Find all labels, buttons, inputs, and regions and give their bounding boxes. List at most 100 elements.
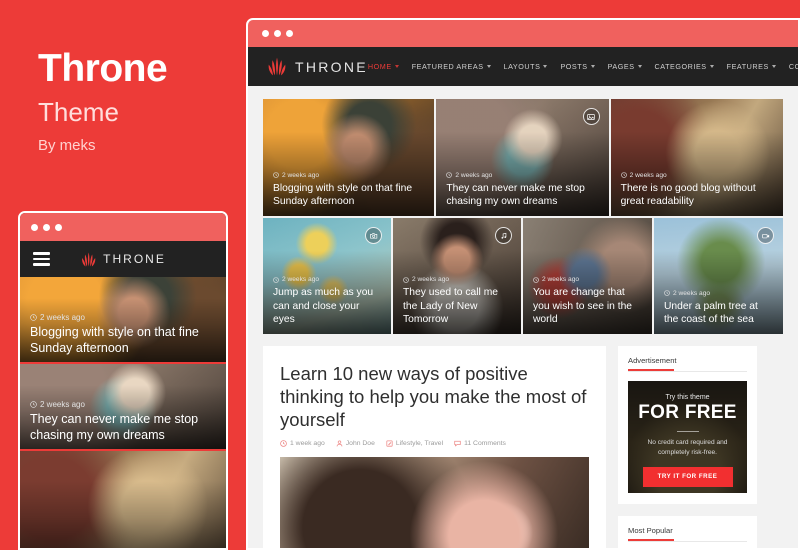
widget-title: Advertisement: [628, 356, 747, 371]
article-title[interactable]: Learn 10 new ways of positive thinking t…: [280, 363, 589, 432]
article-author[interactable]: John Doe: [336, 440, 375, 447]
try-it-for-free-button[interactable]: TRY IT FOR FREE: [642, 466, 733, 487]
nav-item-featured-areas[interactable]: FEATURED AREAS: [412, 62, 491, 71]
post-title: Jump as much as you can and close your e…: [273, 287, 374, 326]
post-date-text: 2 weeks ago: [673, 289, 711, 297]
gallery-icon: [582, 108, 600, 125]
site-logo[interactable]: THRONE: [266, 57, 368, 76]
pencil-icon: [386, 440, 393, 447]
featured-card-body: 2 weeks ago You are change that you wish…: [533, 276, 644, 327]
post-title: You are change that you wish to see in t…: [533, 287, 633, 326]
clock-icon: [273, 172, 279, 179]
nav-item-features[interactable]: FEATURES: [727, 62, 776, 71]
chevron-down-icon: [394, 65, 399, 68]
image-overlay: [20, 451, 226, 548]
site-header: THRONE HOME FEATURED AREAS LAYOUTS POSTS…: [248, 47, 798, 86]
flame-icon: [82, 252, 96, 266]
mobile-post-card[interactable]: [20, 451, 226, 548]
featured-card-body: 2 weeks ago Jump as much as you can and …: [273, 276, 383, 327]
article-comments[interactable]: 11 Comments: [454, 440, 506, 447]
article-comments-text: 11 Comments: [464, 439, 506, 447]
ad-content: Try this theme FOR FREE No credit card r…: [628, 381, 747, 487]
post-date-text: 2 weeks ago: [282, 171, 320, 179]
post-date: 2 weeks ago: [620, 172, 775, 179]
post-title: They used to call me the Lady of New Tom…: [403, 287, 499, 326]
screenshot-root: Throne Theme By meks THRONE 2 weeks ago …: [0, 0, 800, 550]
chevron-down-icon: [486, 65, 491, 68]
video-icon: [757, 227, 774, 244]
nav-item-contact[interactable]: CONTACT: [788, 62, 798, 71]
post-date-text: 2 weeks ago: [455, 171, 493, 179]
widget-advertisement: Advertisement Try this theme FOR FREE No…: [618, 346, 757, 504]
post-date: 2 weeks ago: [30, 313, 216, 322]
article-categories[interactable]: Lifestyle, Travel: [386, 440, 443, 447]
post-date: 2 weeks ago: [30, 400, 216, 409]
nav-item-pages[interactable]: PAGES: [608, 62, 642, 71]
clock-icon: [533, 276, 539, 283]
ad-kicker: Try this theme: [665, 394, 710, 401]
site-logo-text: THRONE: [295, 58, 368, 75]
sidebar: Advertisement Try this theme FOR FREE No…: [618, 346, 757, 548]
post-date: 2 weeks ago: [273, 276, 383, 283]
featured-card[interactable]: 2 weeks ago They used to call me the Lad…: [393, 218, 521, 334]
chevron-down-icon: [709, 65, 714, 68]
mobile-preview: THRONE 2 weeks ago Blogging with style o…: [18, 211, 228, 550]
nav-item-posts[interactable]: POSTS: [560, 62, 595, 71]
article-meta: 1 week ago John Doe Lifestyle, Travel 11…: [280, 440, 589, 447]
nav-item-layouts[interactable]: LAYOUTS: [504, 62, 548, 71]
comment-icon: [454, 440, 461, 447]
post-date: 2 weeks ago: [446, 172, 600, 179]
nav-item-categories[interactable]: CATEGORIES: [655, 62, 714, 71]
nav-label: POSTS: [560, 62, 588, 71]
music-note-icon: [495, 227, 512, 244]
article-categories-text: Lifestyle, Travel: [395, 439, 444, 447]
window-dot: [31, 223, 38, 231]
featured-card[interactable]: 2 weeks ago You are change that you wish…: [523, 218, 652, 334]
user-icon: [336, 440, 343, 447]
featured-grid-row-2: 2 weeks ago Jump as much as you can and …: [263, 218, 783, 334]
mobile-logo[interactable]: THRONE: [80, 252, 166, 267]
featured-card[interactable]: 2 weeks ago There is no good blog withou…: [610, 99, 783, 216]
nav-label: CONTACT: [788, 62, 798, 71]
article-image-fill: [280, 456, 589, 548]
window-dot: [43, 223, 50, 231]
content-columns: Learn 10 new ways of positive thinking t…: [263, 346, 783, 548]
featured-card[interactable]: 2 weeks ago Under a palm tree at the coa…: [654, 218, 783, 334]
nav-label: LAYOUTS: [503, 62, 541, 71]
window-dot: [286, 30, 293, 37]
featured-card[interactable]: 2 weeks ago They can never make me stop …: [436, 99, 609, 216]
mobile-window-chrome: [20, 213, 226, 241]
ad-headline: FOR FREE: [638, 402, 737, 423]
featured-card-body: 2 weeks ago They can never make me stop …: [446, 172, 600, 209]
article-featured-image[interactable]: [280, 456, 589, 548]
mobile-post-card[interactable]: 2 weeks ago They can never make me stop …: [20, 364, 226, 451]
window-dot: [274, 30, 281, 37]
post-date-text: 2 weeks ago: [542, 276, 580, 284]
post-date-text: 2 weeks ago: [412, 276, 450, 284]
mobile-post-card[interactable]: 2 weeks ago Blogging with style on that …: [20, 277, 226, 364]
post-date-text: 2 weeks ago: [40, 400, 85, 409]
widget-title: Most Popular: [628, 526, 747, 541]
site-body: 2 weeks ago Blogging with style on that …: [248, 86, 798, 548]
featured-card[interactable]: 2 weeks ago Blogging with style on that …: [263, 99, 435, 216]
post-title: Blogging with style on that fine Sunday …: [30, 325, 199, 355]
divider: [628, 541, 747, 542]
article-date-text: 1 week ago: [290, 439, 325, 447]
post-date-text: 2 weeks ago: [40, 313, 85, 322]
ad-banner[interactable]: Try this theme FOR FREE No credit card r…: [628, 381, 747, 493]
nav-label: FEATURES: [726, 62, 769, 71]
widget-most-popular: Most Popular: [618, 516, 757, 548]
clock-icon: [280, 440, 287, 447]
ad-divider: [676, 431, 699, 432]
post-card-body: 2 weeks ago They can never make me stop …: [30, 400, 216, 443]
nav-label: PAGES: [607, 62, 635, 71]
mobile-logo-text: THRONE: [103, 252, 166, 266]
flame-icon: [268, 57, 286, 76]
nav-item-home[interactable]: HOME: [368, 62, 399, 71]
clock-icon: [30, 314, 37, 321]
featured-card-body: 2 weeks ago There is no good blog withou…: [621, 172, 775, 209]
page-title: Throne: [38, 47, 168, 90]
nav-label: CATEGORIES: [654, 62, 707, 71]
hamburger-icon[interactable]: [33, 252, 50, 266]
featured-card[interactable]: 2 weeks ago Jump as much as you can and …: [263, 218, 391, 334]
